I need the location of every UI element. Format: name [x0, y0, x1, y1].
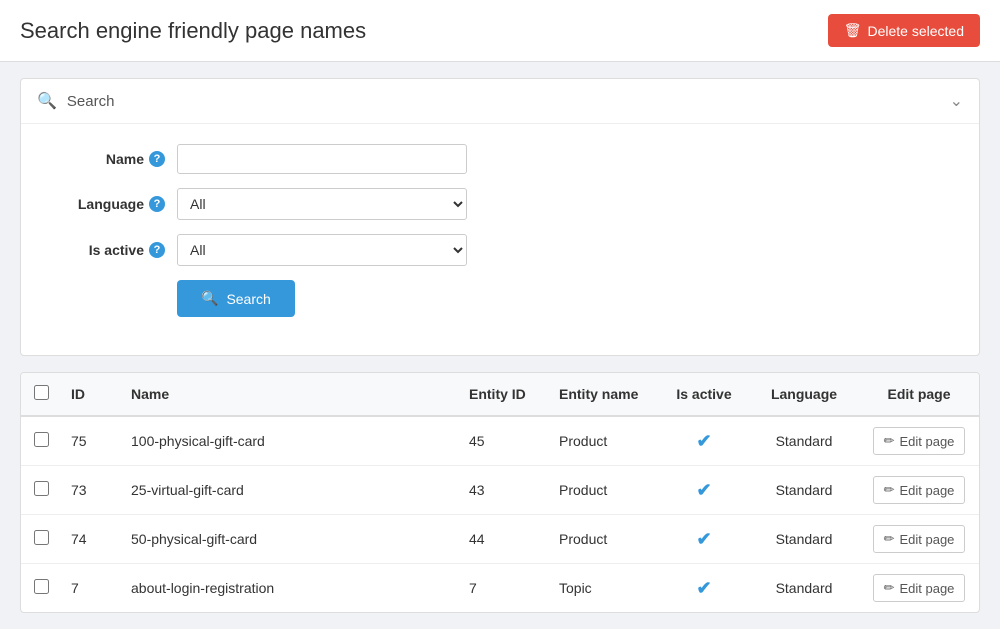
- cell-language: Standard: [749, 515, 859, 564]
- th-checkbox: [21, 373, 61, 416]
- cell-name: 50-physical-gift-card: [121, 515, 459, 564]
- search-form: Name ? Language ? All Standard French Ge…: [21, 124, 979, 355]
- page-header: Search engine friendly page names 🗑 Dele…: [0, 0, 1000, 62]
- row-checkbox-cell: [21, 564, 61, 613]
- select-all-checkbox[interactable]: [34, 385, 49, 400]
- cell-entity-name: Topic: [549, 564, 659, 613]
- cell-is-active: ✔: [659, 416, 749, 466]
- language-row: Language ? All Standard French German: [37, 188, 963, 220]
- edit-page-button[interactable]: ✏ Edit page: [873, 427, 966, 455]
- row-checkbox[interactable]: [34, 579, 49, 594]
- name-row: Name ?: [37, 144, 963, 174]
- page-title: Search engine friendly page names: [20, 18, 366, 44]
- table-header-row: ID Name Entity ID Entity name Is active …: [21, 373, 979, 416]
- th-name: Name: [121, 373, 459, 416]
- checkmark-icon: ✔: [696, 431, 711, 451]
- checkmark-icon: ✔: [696, 578, 711, 598]
- row-checkbox[interactable]: [34, 530, 49, 545]
- trash-icon: 🗑: [844, 22, 862, 39]
- chevron-down-icon: ⌄: [950, 91, 963, 111]
- row-checkbox[interactable]: [34, 432, 49, 447]
- is-active-help-icon[interactable]: ?: [149, 242, 165, 258]
- name-help-icon[interactable]: ?: [149, 151, 165, 167]
- search-panel-toggle[interactable]: 🔍 Search ⌄: [21, 79, 979, 124]
- is-active-label: Is active ?: [37, 242, 177, 258]
- delete-selected-button[interactable]: 🗑 Delete selected: [828, 14, 980, 47]
- search-btn-icon: 🔍: [201, 290, 218, 307]
- search-icon: 🔍: [37, 91, 57, 111]
- language-label: Language ?: [37, 196, 177, 212]
- edit-page-button[interactable]: ✏ Edit page: [873, 525, 966, 553]
- table-row: 73 25-virtual-gift-card 43 Product ✔ Sta…: [21, 466, 979, 515]
- table-row: 7 about-login-registration 7 Topic ✔ Sta…: [21, 564, 979, 613]
- cell-name: 100-physical-gift-card: [121, 416, 459, 466]
- cell-name: 25-virtual-gift-card: [121, 466, 459, 515]
- table-panel: ID Name Entity ID Entity name Is active …: [20, 372, 980, 613]
- checkmark-icon: ✔: [696, 529, 711, 549]
- search-panel-label: Search: [67, 93, 115, 110]
- cell-id: 7: [61, 564, 121, 613]
- cell-is-active: ✔: [659, 466, 749, 515]
- cell-entity-name: Product: [549, 515, 659, 564]
- cell-id: 74: [61, 515, 121, 564]
- cell-language: Standard: [749, 466, 859, 515]
- is-active-select[interactable]: All Yes No: [177, 234, 467, 266]
- cell-entity-id: 45: [459, 416, 549, 466]
- pencil-icon: ✏: [884, 433, 895, 449]
- search-button-row: 🔍 Search: [37, 280, 963, 317]
- cell-entity-name: Product: [549, 416, 659, 466]
- edit-page-button[interactable]: ✏ Edit page: [873, 476, 966, 504]
- cell-edit: ✏ Edit page: [859, 515, 979, 564]
- th-is-active: Is active: [659, 373, 749, 416]
- cell-entity-id: 43: [459, 466, 549, 515]
- is-active-row: Is active ? All Yes No: [37, 234, 963, 266]
- cell-id: 75: [61, 416, 121, 466]
- cell-is-active: ✔: [659, 564, 749, 613]
- cell-language: Standard: [749, 416, 859, 466]
- row-checkbox-cell: [21, 466, 61, 515]
- row-checkbox-cell: [21, 416, 61, 466]
- cell-edit: ✏ Edit page: [859, 416, 979, 466]
- main-content: 🔍 Search ⌄ Name ? Language ? All: [0, 62, 1000, 629]
- row-checkbox[interactable]: [34, 481, 49, 496]
- search-panel: 🔍 Search ⌄ Name ? Language ? All: [20, 78, 980, 356]
- row-checkbox-cell: [21, 515, 61, 564]
- cell-id: 73: [61, 466, 121, 515]
- cell-language: Standard: [749, 564, 859, 613]
- th-language: Language: [749, 373, 859, 416]
- language-select[interactable]: All Standard French German: [177, 188, 467, 220]
- search-button[interactable]: 🔍 Search: [177, 280, 295, 317]
- cell-entity-name: Product: [549, 466, 659, 515]
- pencil-icon: ✏: [884, 531, 895, 547]
- cell-is-active: ✔: [659, 515, 749, 564]
- language-help-icon[interactable]: ?: [149, 196, 165, 212]
- results-table: ID Name Entity ID Entity name Is active …: [21, 373, 979, 612]
- pencil-icon: ✏: [884, 482, 895, 498]
- search-panel-header-left: 🔍 Search: [37, 91, 114, 111]
- name-input[interactable]: [177, 144, 467, 174]
- table-row: 74 50-physical-gift-card 44 Product ✔ St…: [21, 515, 979, 564]
- th-edit-page: Edit page: [859, 373, 979, 416]
- cell-entity-id: 7: [459, 564, 549, 613]
- cell-edit: ✏ Edit page: [859, 564, 979, 613]
- table-row: 75 100-physical-gift-card 45 Product ✔ S…: [21, 416, 979, 466]
- cell-edit: ✏ Edit page: [859, 466, 979, 515]
- th-id: ID: [61, 373, 121, 416]
- checkmark-icon: ✔: [696, 480, 711, 500]
- th-entity-id: Entity ID: [459, 373, 549, 416]
- pencil-icon: ✏: [884, 580, 895, 596]
- name-label: Name ?: [37, 151, 177, 167]
- cell-entity-id: 44: [459, 515, 549, 564]
- edit-page-button[interactable]: ✏ Edit page: [873, 574, 966, 602]
- cell-name: about-login-registration: [121, 564, 459, 613]
- th-entity-name: Entity name: [549, 373, 659, 416]
